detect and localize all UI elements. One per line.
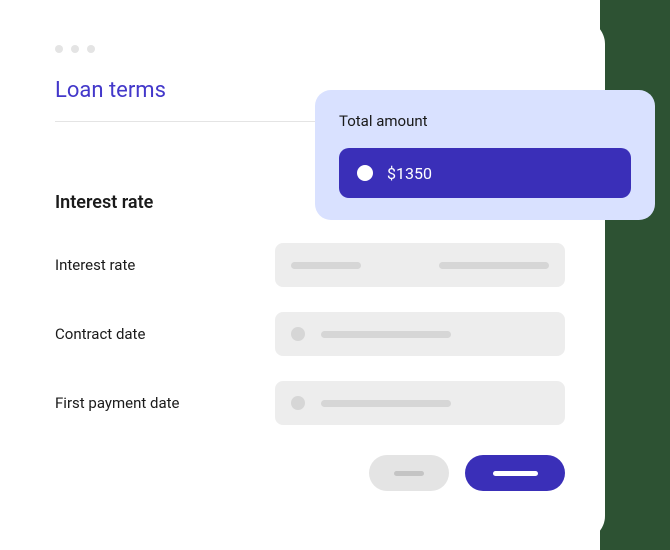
button-label-placeholder (493, 471, 538, 476)
close-icon[interactable] (55, 45, 63, 53)
calendar-icon (291, 396, 305, 410)
contract-date-label: Contract date (55, 325, 275, 343)
placeholder-line (321, 400, 451, 407)
interest-rate-input[interactable] (275, 243, 565, 287)
first-payment-date-input[interactable] (275, 381, 565, 425)
form-row-interest-rate: Interest rate (55, 243, 565, 287)
form-actions (55, 455, 565, 491)
total-amount-value[interactable]: $1350 (339, 148, 631, 198)
placeholder-line (439, 262, 549, 269)
calendar-icon (291, 327, 305, 341)
placeholder-line (291, 262, 361, 269)
total-amount-card: Total amount $1350 (315, 90, 655, 220)
first-payment-date-label: First payment date (55, 394, 275, 412)
form-row-first-payment-date: First payment date (55, 381, 565, 425)
placeholder-line (321, 331, 451, 338)
total-amount-label: Total amount (339, 112, 631, 130)
submit-button[interactable] (465, 455, 565, 491)
button-label-placeholder (394, 471, 424, 476)
total-amount-text: $1350 (387, 164, 432, 183)
minimize-icon[interactable] (71, 45, 79, 53)
window-controls (55, 45, 565, 53)
interest-rate-label: Interest rate (55, 256, 275, 274)
background-panel (600, 0, 670, 550)
cancel-button[interactable] (369, 455, 449, 491)
form-row-contract-date: Contract date (55, 312, 565, 356)
radio-icon (357, 165, 373, 181)
contract-date-input[interactable] (275, 312, 565, 356)
maximize-icon[interactable] (87, 45, 95, 53)
